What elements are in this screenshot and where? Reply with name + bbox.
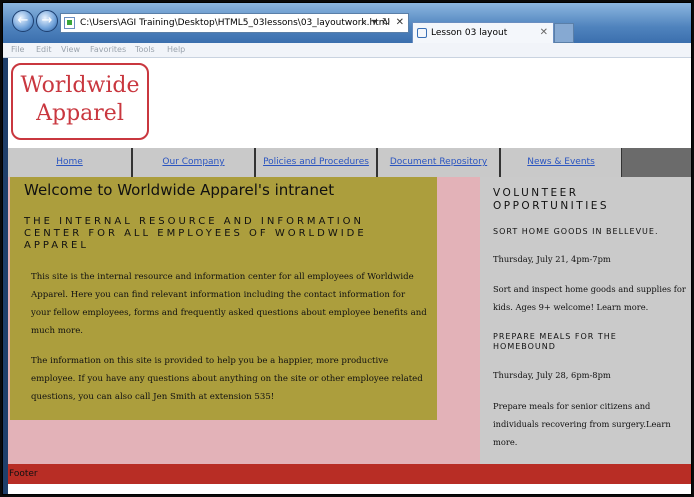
event-2-title: PREPARE MEALS FOR THE HOMEBOUND — [493, 332, 617, 351]
nav-item-policies: Policies and Procedures — [256, 148, 378, 177]
logo-line-1: Worldwide — [20, 73, 140, 98]
nav-link-policies[interactable]: Policies and Procedures — [263, 157, 369, 167]
address-bar[interactable]: C:\Users\AGI Training\Desktop\HTML5_03le… — [60, 13, 409, 33]
ie-page-icon — [417, 28, 427, 38]
close-tab-icon[interactable]: ✕ — [540, 23, 548, 43]
tab-lesson-03-layout[interactable]: Lesson 03 layout ✕ — [412, 22, 554, 43]
nav-link-our-company[interactable]: Our Company — [162, 157, 224, 167]
menu-view[interactable]: View — [61, 45, 80, 54]
sidebar-title: VOLUNTEER OPPORTUNITIES — [493, 187, 610, 212]
logo-line-2: Apparel — [36, 101, 124, 126]
menu-file[interactable]: File — [11, 45, 24, 54]
page-icon — [64, 17, 75, 29]
info-paragraph: The information on this site is provided… — [31, 356, 423, 402]
browser-toolbar: ← → C:\Users\AGI Training\Desktop\HTML5_… — [3, 3, 691, 43]
new-tab-button[interactable] — [554, 23, 574, 43]
nav-link-news-events[interactable]: News & Events — [527, 157, 595, 167]
menu-tools[interactable]: Tools — [135, 45, 155, 54]
back-arrow-icon: ← — [17, 13, 29, 28]
nav-item-home: Home — [8, 148, 133, 177]
nav-link-document-repository[interactable]: Document Repository — [390, 157, 487, 167]
event-1-title: SORT HOME GOODS IN BELLEVUE. — [493, 227, 659, 236]
page-subtitle: The internal resource and information ce… — [24, 216, 367, 251]
address-controls[interactable]: ⌕ ▾ ↻ ✕ — [361, 14, 405, 32]
main-section: Welcome to Worldwide Apparel's intranet … — [10, 177, 437, 420]
nav-item-document-repository: Document Repository — [378, 148, 501, 177]
menu-help[interactable]: Help — [167, 45, 185, 54]
nav-filler — [622, 148, 691, 177]
company-logo: Worldwide Apparel — [11, 63, 149, 140]
page-bottom — [8, 484, 691, 494]
browser-window: ← → C:\Users\AGI Training\Desktop\HTML5_… — [2, 2, 692, 495]
page-title: Welcome to Worldwide Apparel's intranet — [24, 181, 335, 199]
event-2-date: Thursday, July 28, 6pm-8pm — [493, 370, 611, 380]
event-1-date: Thursday, July 21, 4pm-7pm — [493, 254, 611, 264]
menu-bar: File Edit View Favorites Tools Help — [3, 43, 691, 58]
tab-label: Lesson 03 layout — [431, 28, 508, 38]
menu-favorites[interactable]: Favorites — [90, 45, 126, 54]
event-1-description: Sort and inspect home goods and supplies… — [493, 284, 686, 312]
menu-edit[interactable]: Edit — [36, 45, 52, 54]
page-footer: Footer — [8, 464, 691, 484]
address-url: C:\Users\AGI Training\Desktop\HTML5_03le… — [80, 18, 391, 28]
page-content: Worldwide Apparel Home Our Company Polic… — [8, 58, 691, 494]
back-button[interactable]: ← — [12, 10, 34, 32]
nav-link-home[interactable]: Home — [56, 157, 83, 167]
sidebar: VOLUNTEER OPPORTUNITIES SORT HOME GOODS … — [480, 177, 691, 464]
event-2-description: Prepare meals for senior citizens and in… — [493, 401, 671, 447]
intro-paragraph: This site is the internal resource and i… — [31, 272, 427, 336]
main-navigation: Home Our Company Policies and Procedures… — [8, 148, 691, 177]
forward-button[interactable]: → — [36, 10, 58, 32]
nav-item-our-company: Our Company — [133, 148, 256, 177]
forward-arrow-icon: → — [41, 13, 53, 28]
nav-item-news-events: News & Events — [501, 148, 623, 177]
